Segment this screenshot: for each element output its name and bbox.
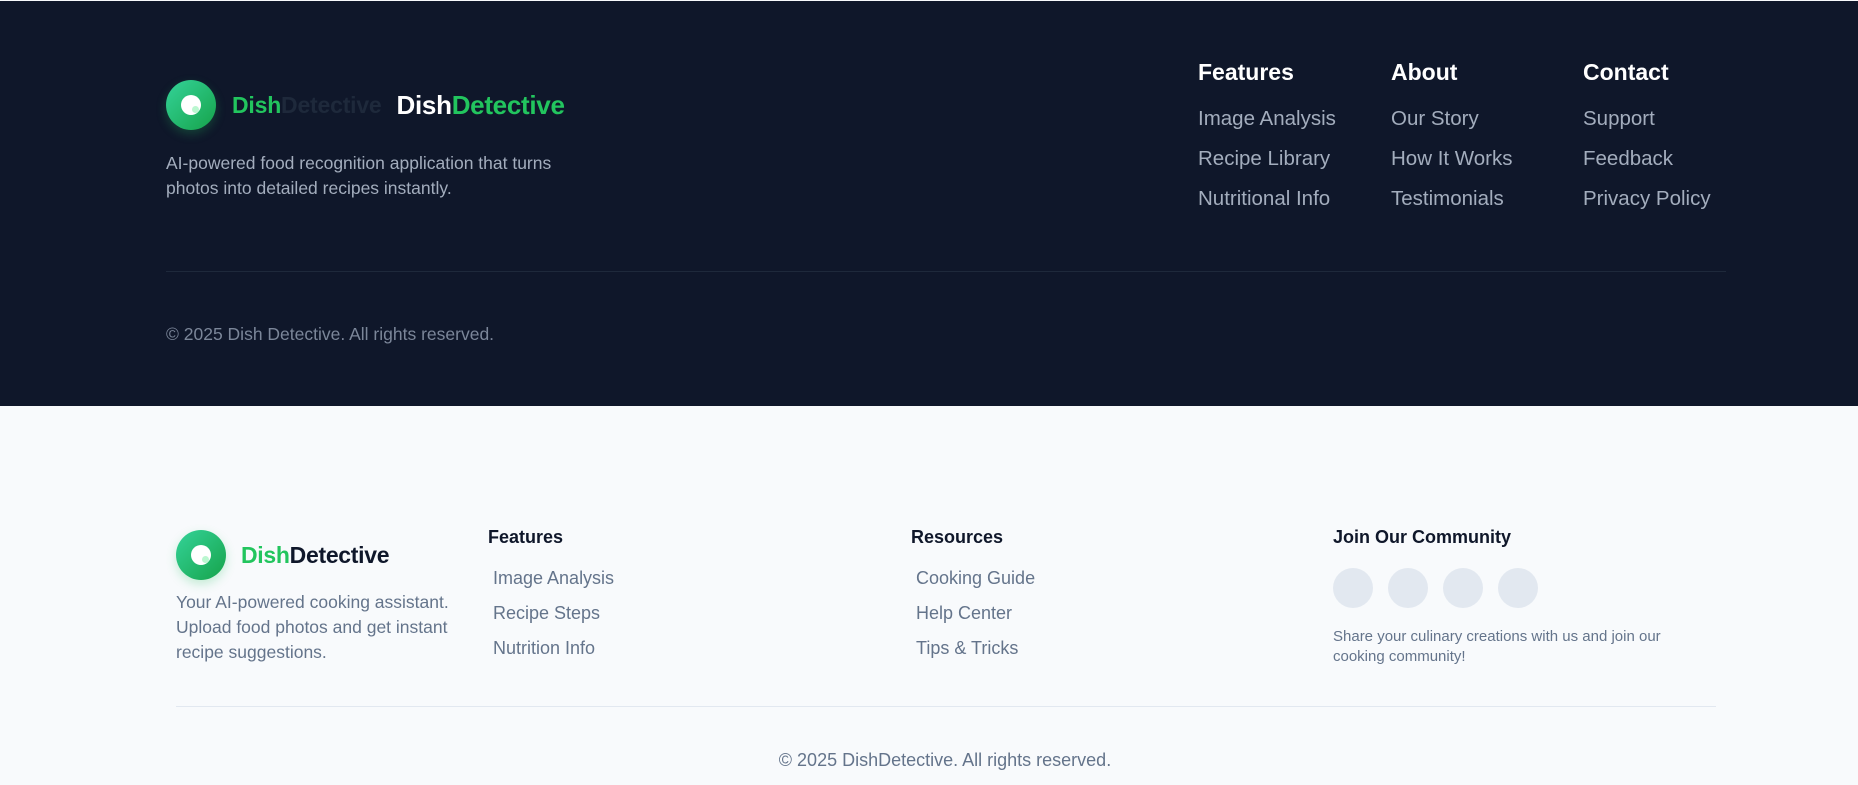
footer-link-image-analysis[interactable]: Image Analysis <box>493 568 614 603</box>
community-title: Join Our Community <box>1333 527 1512 547</box>
dark-footer-brand[interactable]: DishDetective DishDetective <box>166 80 565 130</box>
column-title: Features <box>488 527 564 547</box>
footer-link-how-it-works[interactable]: How It Works <box>1391 146 1513 186</box>
community-section: Join Our Community Share your culinary c… <box>1333 527 1713 667</box>
light-footer-description: Your AI-powered cooking assistant. Uploa… <box>176 592 449 662</box>
copyright: © 2025 DishDetective. All rights reserve… <box>778 750 1112 770</box>
divider <box>176 706 1716 707</box>
footer-column-features: Features Image Analysis Recipe Library N… <box>1198 59 1336 226</box>
footer-link-tips-tricks[interactable]: Tips & Tricks <box>916 638 1035 673</box>
footer-column-resources: Resources Cooking Guide Help Center Tips… <box>911 527 1035 673</box>
footer-link-support[interactable]: Support <box>1583 106 1711 146</box>
social-icon[interactable] <box>1388 568 1428 608</box>
light-footer-brand[interactable]: DishDetective <box>176 530 390 580</box>
dark-footer: DishDetective DishDetective AI-powered f… <box>0 1 1858 406</box>
footer-link-recipe-steps[interactable]: Recipe Steps <box>493 603 614 638</box>
brand-name: DishDetective <box>241 541 390 568</box>
footer-link-recipe-library[interactable]: Recipe Library <box>1198 146 1336 186</box>
social-links <box>1333 568 1713 608</box>
brand-name-faded: DishDetective <box>232 91 382 118</box>
footer-link-nutritional-info[interactable]: Nutritional Info <box>1198 186 1336 226</box>
footer-link-feedback[interactable]: Feedback <box>1583 146 1711 186</box>
social-icon[interactable] <box>1333 568 1373 608</box>
logo-icon <box>176 530 226 580</box>
footer-link-our-story[interactable]: Our Story <box>1391 106 1513 146</box>
footer-link-cooking-guide[interactable]: Cooking Guide <box>916 568 1035 603</box>
column-title: About <box>1391 59 1458 85</box>
footer-column-about: About Our Story How It Works Testimonial… <box>1391 59 1513 226</box>
community-text: Share your culinary creations with us an… <box>1333 628 1661 665</box>
footer-column-features: Features Image Analysis Recipe Steps Nut… <box>488 527 614 673</box>
social-icon[interactable] <box>1443 568 1483 608</box>
footer-link-nutrition-info[interactable]: Nutrition Info <box>493 638 614 673</box>
logo-icon <box>166 80 216 130</box>
copyright: © 2025 Dish Detective. All rights reserv… <box>166 324 495 344</box>
dark-footer-description: AI-powered food recognition application … <box>166 153 552 198</box>
footer-column-contact: Contact Support Feedback Privacy Policy <box>1583 59 1711 226</box>
footer-link-testimonials[interactable]: Testimonials <box>1391 186 1513 226</box>
social-icon[interactable] <box>1498 568 1538 608</box>
column-title: Resources <box>911 527 1004 547</box>
column-title: Contact <box>1583 59 1669 85</box>
footer-link-image-analysis[interactable]: Image Analysis <box>1198 106 1336 146</box>
brand-name: DishDetective <box>396 89 565 120</box>
column-title: Features <box>1198 59 1294 85</box>
divider <box>166 271 1726 272</box>
footer-link-help-center[interactable]: Help Center <box>916 603 1035 638</box>
footer-link-privacy-policy[interactable]: Privacy Policy <box>1583 186 1711 226</box>
